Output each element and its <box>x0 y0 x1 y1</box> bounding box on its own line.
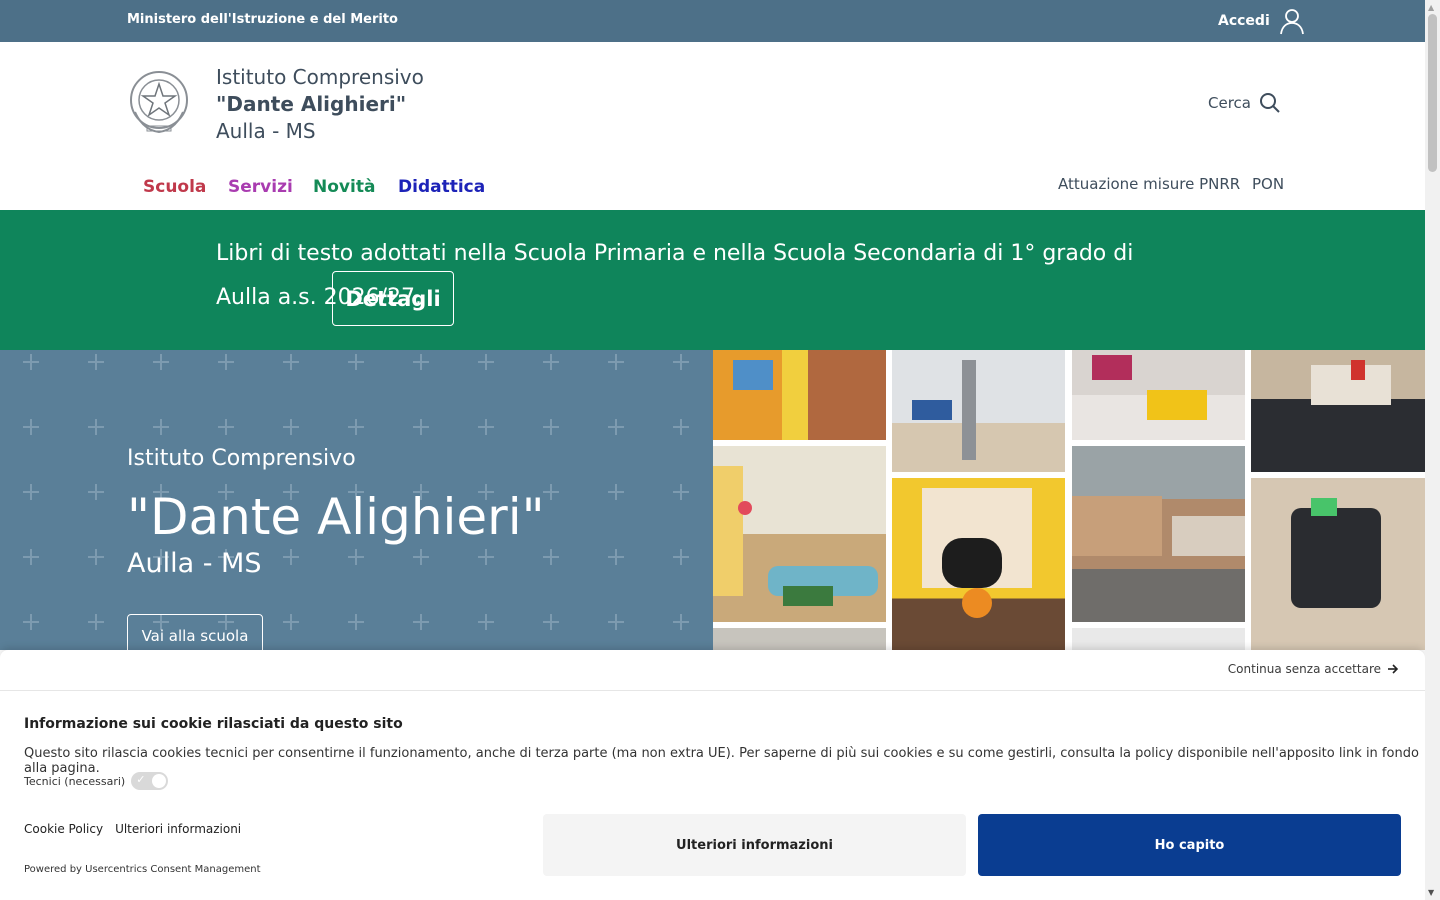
hero-line-1: Istituto Comprensivo <box>127 446 356 471</box>
scroll-down-icon[interactable]: ▼ <box>1428 888 1434 897</box>
toggle-label: Tecnici (necessari) <box>24 774 126 788</box>
republic-emblem-icon[interactable] <box>127 66 191 138</box>
hero-section: Istituto Comprensivo "Dante Alighieri" A… <box>0 350 713 650</box>
gallery-photo-art-board <box>892 478 1065 650</box>
powered-by: Powered by Usercentrics Consent Manageme… <box>24 864 261 875</box>
gallery-photo-classroom <box>713 446 886 622</box>
brand-line-1: Istituto Comprensivo <box>216 65 424 89</box>
gallery-photo-robot <box>1251 478 1425 650</box>
gallery-photo-laptop <box>1072 628 1245 650</box>
cookie-description: Questo sito rilascia cookies tecnici per… <box>24 746 1419 776</box>
go-to-school-button[interactable]: Vai alla scuola <box>127 614 263 650</box>
nav-item-servizi[interactable]: Servizi <box>228 177 293 197</box>
cookie-policy-link[interactable]: Cookie Policy <box>24 822 103 836</box>
page-scrollbar[interactable]: ▲ ▼ <box>1425 0 1440 900</box>
nav-link-pnrr[interactable]: Attuazione misure PNRR <box>1058 175 1240 193</box>
cookie-category-technical: Tecnici (necessari) ✓ <box>24 772 169 790</box>
main-navigation: Scuola Servizi Novità Didattica Attuazio… <box>0 167 1425 210</box>
arrow-right-icon <box>1388 664 1399 674</box>
login-button[interactable]: Accedi <box>1218 7 1306 35</box>
scrollbar-thumb[interactable] <box>1428 14 1437 172</box>
brand-line-3: Aulla - MS <box>216 119 316 143</box>
details-button[interactable]: Dettagli <box>332 271 454 326</box>
brand-line-2: "Dante Alighieri" <box>216 92 407 116</box>
search-label: Cerca <box>1208 94 1251 112</box>
cookie-links: Cookie Policy Ulteriori informazioni <box>24 822 241 836</box>
gallery-photo-lab <box>713 628 886 650</box>
hero-title: "Dante Alighieri" <box>127 488 545 546</box>
technical-cookies-toggle[interactable]: ✓ <box>131 772 169 790</box>
gallery-photo-school-building <box>1072 446 1245 622</box>
cookie-consent-banner: Continua senza accettare Informazione su… <box>0 650 1425 900</box>
more-info-button[interactable]: Ulteriori informazioni <box>543 814 966 876</box>
center-header: Istituto Comprensivo "Dante Alighieri" A… <box>0 42 1425 167</box>
nav-item-didattica[interactable]: Didattica <box>398 177 485 197</box>
continue-without-accepting-link[interactable]: Continua senza accettare <box>1228 662 1399 676</box>
photo-gallery <box>713 350 1425 650</box>
cookie-title: Informazione sui cookie rilasciati da qu… <box>24 716 403 732</box>
gallery-photo-experiment <box>892 350 1065 472</box>
ministry-link[interactable]: Ministero dell'Istruzione e del Merito <box>127 12 398 27</box>
check-icon: ✓ <box>136 773 146 786</box>
scroll-up-icon[interactable]: ▲ <box>1428 3 1434 12</box>
search-icon <box>1259 93 1280 113</box>
search-button[interactable]: Cerca <box>1208 92 1281 114</box>
school-brand[interactable]: Istituto Comprensivo "Dante Alighieri" A… <box>216 64 424 145</box>
hero-line-3: Aulla - MS <box>127 548 262 579</box>
gallery-photo-building-colors <box>713 350 886 440</box>
accept-button[interactable]: Ho capito <box>978 814 1401 876</box>
gallery-photo-model <box>1072 350 1245 440</box>
alert-banner: Libri di testo adottati nella Scuola Pri… <box>0 210 1425 350</box>
login-label: Accedi <box>1218 13 1270 29</box>
nav-link-pon[interactable]: PON <box>1252 175 1284 193</box>
user-icon <box>1279 9 1304 35</box>
cookie-divider <box>0 690 1425 691</box>
nav-item-scuola[interactable]: Scuola <box>143 177 206 197</box>
continue-label: Continua senza accettare <box>1227 662 1381 676</box>
more-info-link[interactable]: Ulteriori informazioni <box>115 822 241 836</box>
gallery-photo-electronics <box>1251 350 1425 472</box>
nav-item-novita[interactable]: Novità <box>313 177 375 197</box>
slim-header: Ministero dell'Istruzione e del Merito A… <box>0 0 1425 42</box>
